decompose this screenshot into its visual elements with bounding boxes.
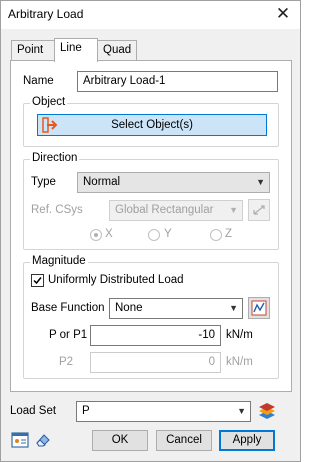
chevron-down-icon: ▼ [256,177,265,187]
name-label: Name [23,75,54,87]
load-set-select[interactable]: P ▼ [76,401,251,422]
eraser-button[interactable] [34,431,52,449]
magnitude-group: Magnitude Uniformly Distributed Load Bas… [23,255,279,379]
udl-label: Uniformly Distributed Load [48,274,184,286]
eraser-icon [36,434,50,447]
object-group-title: Object [30,96,68,108]
ref-csys-select[interactable]: Global Rectangular ▼ [109,200,243,221]
base-function-select[interactable]: None ▼ [109,298,243,319]
radio-x[interactable] [90,229,102,241]
dialog-window: Arbitrary Load ✕ Point Line Quad Name Ar… [0,0,301,462]
radio-y[interactable] [148,229,160,241]
type-label: Type [31,176,56,188]
type-select[interactable]: Normal ▼ [77,172,270,193]
function-graph-icon [251,300,267,316]
tab-point[interactable]: Point [11,40,55,60]
direction-group: Direction Type Normal ▼ Ref. CSys Global… [23,152,279,250]
type-select-value: Normal [83,176,121,188]
ref-csys-value: Global Rectangular [115,204,214,216]
tab-line[interactable]: Line [54,38,98,62]
p1-unit: kN/m [226,329,253,341]
select-objects-button[interactable]: Select Object(s) [37,114,267,136]
load-set-manager-button[interactable] [256,401,278,423]
chevron-down-icon: ▼ [237,406,246,416]
checkmark-icon [33,277,42,285]
tab-quad-label: Quad [103,44,132,56]
radio-z-label: Z [225,228,233,240]
radio-x-label: X [105,228,113,240]
cancel-button[interactable]: Cancel [156,430,212,451]
apply-button[interactable]: Apply [219,430,275,451]
object-group: Object Select Object(s) [23,96,279,147]
tab-line-label: Line [60,42,82,54]
table-properties-icon [11,432,29,448]
properties-button[interactable] [11,431,29,449]
magnitude-group-title: Magnitude [30,255,88,267]
p1-label: P or P1 [49,329,88,341]
radio-z[interactable] [210,229,222,241]
udl-checkbox[interactable] [31,274,44,287]
tab-panel-line: Name Arbitrary Load-1 Object Select Obje… [10,60,292,392]
base-function-value: None [115,302,143,314]
ok-button[interactable]: OK [92,430,148,451]
select-objects-label: Select Object(s) [111,119,193,131]
base-function-label: Base Function [31,302,105,314]
name-field[interactable]: Arbitrary Load-1 [77,71,278,92]
direction-group-title: Direction [30,152,80,164]
ref-csys-label: Ref. CSys [31,204,83,216]
load-set-label: Load Set [10,405,57,417]
axes-icon [253,205,265,215]
chevron-down-icon: ▼ [229,205,238,215]
select-arrow-icon [42,117,60,133]
csys-axes-button[interactable] [248,199,270,221]
p2-unit: kN/m [226,356,253,368]
p1-field[interactable]: -10 [90,325,221,346]
close-icon[interactable]: ✕ [272,3,294,25]
dialog-title: Arbitrary Load [8,7,84,21]
p2-field[interactable]: 0 [90,352,221,373]
tab-quad[interactable]: Quad [97,40,137,60]
base-function-edit-button[interactable] [248,297,270,319]
layers-icon [259,403,275,419]
title-bar[interactable]: Arbitrary Load ✕ [1,1,300,29]
tab-point-label: Point [17,44,44,56]
p2-label: P2 [59,356,74,368]
load-set-value: P [82,405,90,417]
radio-y-label: Y [164,228,172,240]
chevron-down-icon: ▼ [229,303,238,313]
